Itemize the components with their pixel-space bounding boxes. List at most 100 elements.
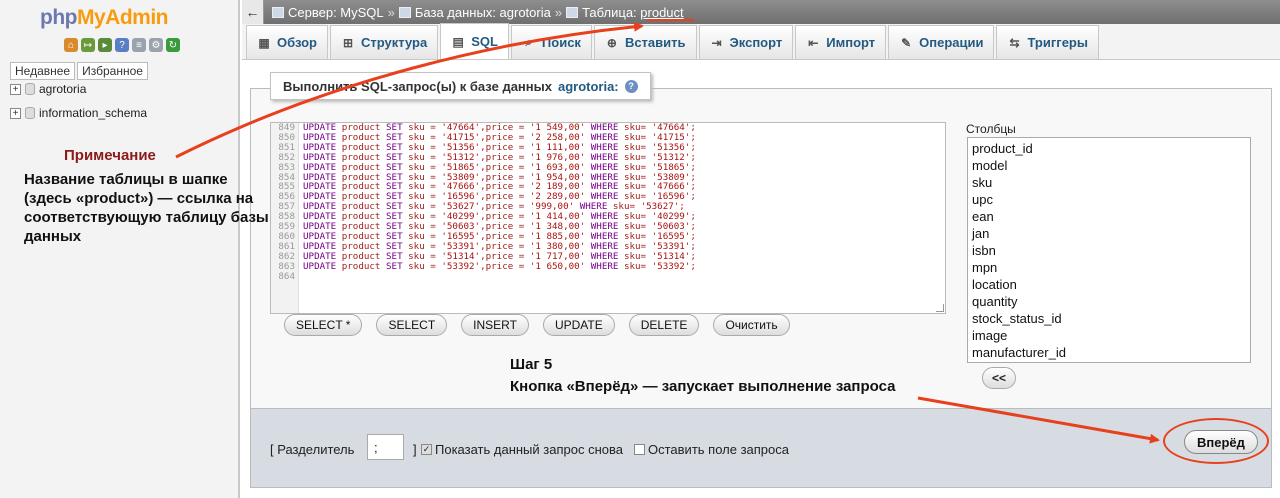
export-icon: ⇥ — [711, 35, 722, 50]
home-icon[interactable]: ⌂ — [64, 38, 78, 52]
browse-icon: ▦ — [258, 35, 270, 50]
sql-code[interactable]: UPDATE product SET sku = '47664',price =… — [303, 123, 696, 282]
crumb-separator: » — [387, 4, 395, 20]
sql-line: UPDATE product SET sku = '53392',price =… — [303, 260, 696, 272]
insert-icon: ⊕ — [606, 35, 617, 50]
query-template-button[interactable]: SELECT — [376, 314, 448, 336]
insert-column-button[interactable]: << — [982, 367, 1017, 389]
operations-icon: ✎ — [901, 35, 912, 50]
settings-icon[interactable]: ⚙ — [149, 38, 163, 52]
column-option[interactable]: location — [972, 276, 1246, 293]
column-option[interactable]: upc — [972, 191, 1246, 208]
sql-window-icon[interactable]: ▸ — [98, 38, 112, 52]
delimiter-bracket: ] — [413, 442, 417, 457]
query-template-button[interactable]: INSERT — [461, 314, 529, 336]
structure-icon: ⊞ — [342, 35, 354, 50]
keep-box-label[interactable]: Оставить поле запроса — [648, 442, 789, 457]
show-query-checkbox[interactable]: ✓ — [421, 444, 432, 455]
tab-sql[interactable]: ▤ SQL — [440, 23, 509, 59]
crumb-table[interactable]: Таблица: product — [582, 5, 684, 20]
server-icon — [272, 6, 284, 18]
tab-operations[interactable]: ✎ Операции — [888, 25, 995, 59]
columns-label: Столбцы — [966, 122, 1016, 136]
search-icon: ⌕ — [525, 35, 533, 49]
column-option[interactable]: image — [972, 327, 1246, 344]
sql-legend: Выполнить SQL-запрос(ы) к базе данных ag… — [270, 72, 651, 100]
help-icon[interactable]: ? — [115, 38, 129, 52]
navigation-panel: phpMyAdmin ⌂ ↦ ▸? ≡ ⚙ ↻ Недавнее Избранное + … — [0, 0, 240, 498]
sql-editor[interactable]: 849 850 851 852 853 854 855 856 857 858 859 860 861 8… — [270, 122, 946, 314]
line-number-gutter: 849 850 851 852 853 854 855 856 857 858 859 860 861 8… — [271, 123, 299, 313]
sql-line — [303, 272, 696, 282]
column-option[interactable]: quantity — [972, 293, 1246, 310]
crumb-separator: » — [554, 4, 563, 20]
table-link[interactable]: product — [640, 5, 683, 20]
tab-search[interactable]: ⌕ Поиск — [510, 25, 592, 59]
keep-box-checkbox[interactable] — [634, 444, 645, 455]
db-name[interactable]: agrotoria — [39, 82, 86, 96]
keep-box-option[interactable]: Оставить поле запроса — [634, 442, 789, 457]
show-query-label[interactable]: Показать данный запрос снова — [435, 442, 623, 457]
crumb-server[interactable]: Сервер: MySQL — [288, 5, 384, 20]
database-icon — [25, 107, 35, 119]
db-name[interactable]: information_schema — [39, 106, 147, 120]
column-option[interactable]: jan — [972, 225, 1246, 242]
query-template-button[interactable]: UPDATE — [542, 314, 615, 336]
show-query-option[interactable]: ✓ Показать данный запрос снова — [421, 442, 623, 457]
query-template-button[interactable]: DELETE — [628, 314, 700, 336]
tab-label: SQL — [471, 34, 498, 49]
reload-icon[interactable]: ↻ — [166, 38, 180, 52]
step-text: Кнопка «Вперёд» — запускает выполнение з… — [510, 378, 896, 395]
db-tree-item-agrotoria[interactable]: + agrotoria — [10, 82, 86, 96]
phpmyadmin-screen: phpMyAdmin ⌂ ↦ ▸? ≡ ⚙ ↻ Недавнее Избранное + … — [0, 0, 1280, 498]
columns-list[interactable]: product_id model sku upc ean jan isbn mpn locati… — [967, 137, 1251, 363]
tab-browse[interactable]: ▦ Обзор — [246, 25, 328, 59]
breadcrumb-bar: ← Сервер: MySQL » База данных: agrotoria… — [242, 0, 1280, 24]
phpmyadmin-logo[interactable]: phpMyAdmin — [40, 6, 168, 30]
database-icon — [398, 6, 411, 18]
column-option[interactable]: product_id — [972, 140, 1246, 157]
tab-triggers[interactable]: ⇆ Триггеры — [996, 25, 1099, 59]
column-option[interactable]: ean — [972, 208, 1246, 225]
db-tree-item-information-schema[interactable]: + information_schema — [10, 106, 147, 120]
tab-label: Обзор — [277, 35, 317, 50]
tab-export[interactable]: ⇥ Экспорт — [698, 25, 794, 59]
column-option[interactable]: stock_status_id — [972, 310, 1246, 327]
nav-tabs: Недавнее Избранное — [10, 62, 148, 80]
tab-structure[interactable]: ⊞ Структура — [330, 25, 439, 59]
column-option[interactable]: model — [972, 157, 1246, 174]
tab-label: Поиск — [541, 35, 581, 50]
note-title: Примечание — [64, 147, 156, 164]
query-template-button[interactable]: Очистить — [713, 314, 790, 336]
expand-icon[interactable]: + — [10, 107, 21, 119]
column-option[interactable]: mpn — [972, 259, 1246, 276]
column-option[interactable]: sku — [972, 174, 1246, 191]
help-icon[interactable]: ? — [624, 79, 638, 93]
docs-icon[interactable]: ≡ — [132, 38, 146, 52]
tab-label: Импорт — [826, 35, 876, 50]
nav-icon-bar: ⌂ ↦ ▸? ≡ ⚙ ↻ — [64, 38, 180, 52]
tab-label: Вставить — [624, 35, 686, 50]
go-button[interactable]: Вперёд — [1184, 430, 1258, 454]
query-template-button[interactable]: SELECT * — [284, 314, 363, 336]
sql-icon: ▤ — [452, 34, 464, 49]
table-icon — [566, 6, 579, 18]
resize-handle[interactable] — [936, 304, 944, 312]
crumb-database[interactable]: База данных: agrotoria — [415, 5, 551, 20]
column-option[interactable]: manufacturer_id — [972, 344, 1246, 361]
tab-recent[interactable]: Недавнее — [10, 62, 76, 80]
tab-insert[interactable]: ⊕ Вставить — [593, 25, 697, 59]
expand-icon[interactable]: + — [10, 83, 21, 95]
database-icon — [25, 83, 35, 95]
tab-import[interactable]: ⇤ Импорт — [795, 25, 887, 59]
table-tabs: ▦ Обзор ⊞ Структура ▤ SQL ⌕ Поиск ⊕ Вставить ⇥ Эксп… — [242, 23, 1280, 60]
collapse-nav-button[interactable]: ← — [242, 0, 264, 24]
logout-icon[interactable]: ↦ — [81, 38, 95, 52]
tab-favorites[interactable]: Избранное — [77, 62, 148, 80]
delimiter-input[interactable]: ; — [367, 434, 404, 460]
legend-text: Выполнить SQL-запрос(ы) к базе данных — [283, 78, 552, 94]
column-option[interactable]: isbn — [972, 242, 1246, 259]
tab-label: Операции — [919, 35, 984, 50]
note-text: Название таблицы в шапке (здесь «product… — [24, 171, 269, 245]
triggers-icon: ⇆ — [1009, 35, 1020, 50]
